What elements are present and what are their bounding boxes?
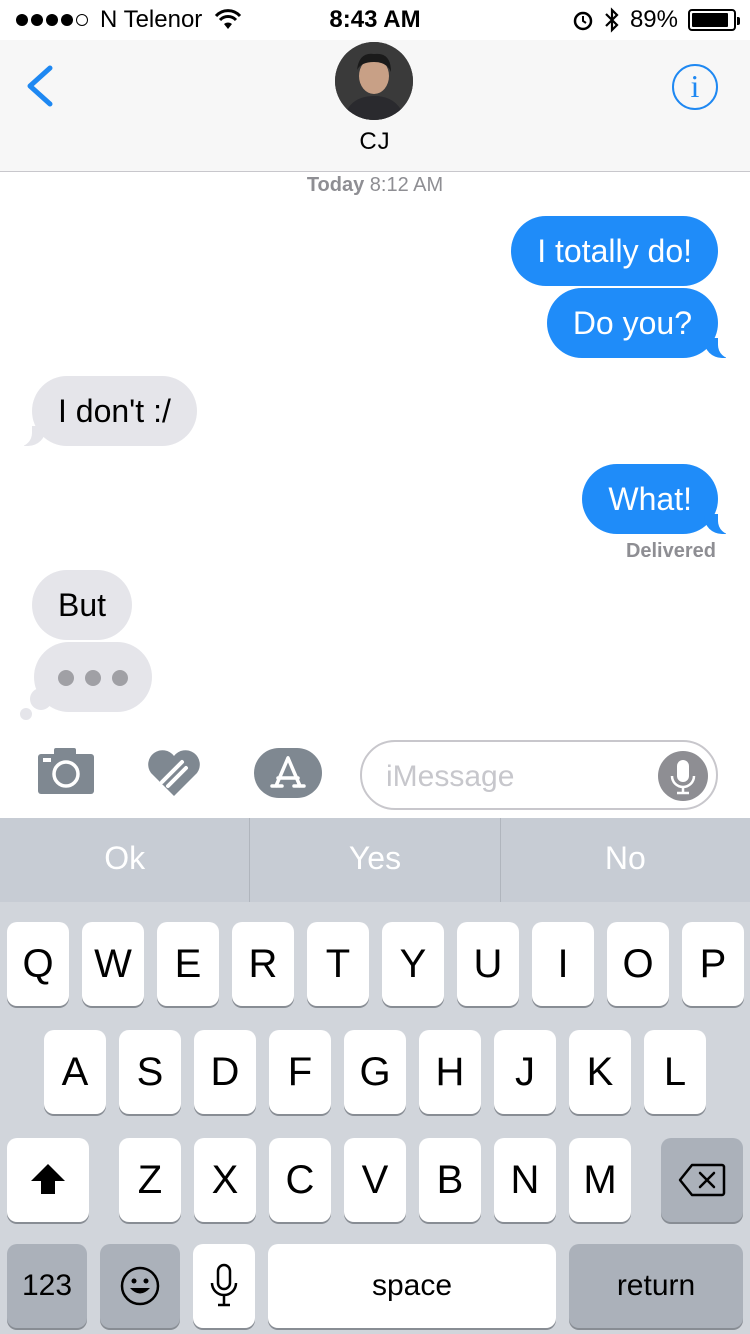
microphone-icon	[210, 1263, 238, 1307]
typing-dot	[58, 670, 74, 686]
key-j[interactable]: J	[494, 1030, 556, 1114]
key-u[interactable]: U	[457, 922, 519, 1006]
message-text: I totally do!	[537, 233, 692, 269]
emoji-key[interactable]	[100, 1244, 180, 1328]
key-a[interactable]: A	[44, 1030, 106, 1114]
space-key[interactable]: space	[268, 1244, 556, 1328]
status-bar: N Telenor 8:43 AM 89%	[0, 0, 750, 40]
message-bubble-outgoing[interactable]: What!	[582, 464, 740, 535]
camera-icon[interactable]	[38, 746, 94, 794]
key-t[interactable]: T	[307, 922, 369, 1006]
backspace-icon	[678, 1163, 726, 1197]
app-store-icon[interactable]	[254, 748, 322, 798]
key-m[interactable]: M	[569, 1138, 631, 1222]
message-timestamp: Today 8:12 AM	[0, 174, 750, 197]
message-text: But	[58, 587, 107, 623]
suggestion-item[interactable]: No	[501, 818, 750, 902]
timestamp-day: Today	[306, 174, 365, 196]
battery-fill	[692, 13, 728, 27]
key-d[interactable]: D	[194, 1030, 256, 1114]
alarm-icon	[573, 11, 593, 31]
conversation-header: CJ i	[0, 40, 750, 172]
timestamp-time: 8:12 AM	[369, 174, 444, 196]
bluetooth-icon	[605, 7, 619, 33]
key-s[interactable]: S	[119, 1030, 181, 1114]
message-input-placeholder: iMessage	[386, 760, 515, 793]
delivered-status: Delivered	[625, 540, 716, 562]
digital-touch-icon[interactable]	[146, 748, 202, 798]
key-y[interactable]: Y	[382, 922, 444, 1006]
suggestion-item[interactable]: Yes	[250, 818, 501, 902]
key-p[interactable]: P	[682, 922, 744, 1006]
suggestion-item[interactable]: Ok	[0, 818, 251, 902]
key-g[interactable]: G	[344, 1030, 406, 1114]
numbers-key[interactable]: 123	[7, 1244, 87, 1328]
dictation-key[interactable]	[193, 1244, 255, 1328]
emoji-icon	[120, 1266, 160, 1306]
typing-dot	[112, 670, 128, 686]
key-f[interactable]: F	[269, 1030, 331, 1114]
message-input-bar: iMessage	[0, 728, 750, 818]
key-k[interactable]: K	[569, 1030, 631, 1114]
key-o[interactable]: O	[607, 922, 669, 1006]
message-bubble-incoming[interactable]: But	[32, 570, 133, 640]
typing-indicator-tail	[20, 708, 32, 720]
shift-icon	[31, 1164, 65, 1194]
key-r[interactable]: R	[232, 922, 294, 1006]
avatar[interactable]	[335, 42, 413, 120]
message-input[interactable]: iMessage	[360, 740, 718, 810]
battery-percent: 89%	[629, 6, 678, 33]
message-text: What!	[608, 481, 692, 517]
key-l[interactable]: L	[644, 1030, 706, 1114]
key-h[interactable]: H	[419, 1030, 481, 1114]
keyboard: Q W E R T Y U I O P A S D F G H J K L Z …	[0, 902, 750, 1334]
typing-indicator	[34, 642, 152, 712]
predictive-text-bar: Ok Yes No	[0, 818, 750, 902]
microphone-icon	[670, 760, 696, 795]
key-b[interactable]: B	[419, 1138, 481, 1222]
key-c[interactable]: C	[269, 1138, 331, 1222]
key-e[interactable]: E	[157, 922, 219, 1006]
key-x[interactable]: X	[194, 1138, 256, 1222]
key-i[interactable]: I	[532, 922, 594, 1006]
key-z[interactable]: Z	[119, 1138, 181, 1222]
key-q[interactable]: Q	[7, 922, 69, 1006]
avatar-photo	[335, 42, 413, 120]
message-bubble-outgoing[interactable]: Do you?	[546, 288, 741, 359]
message-bubble-outgoing[interactable]: I totally do!	[511, 216, 718, 286]
delete-key[interactable]	[661, 1138, 743, 1222]
key-v[interactable]: V	[344, 1138, 406, 1222]
message-text: I don't :/	[58, 393, 171, 429]
chevron-left-icon[interactable]	[22, 64, 58, 108]
message-text: Do you?	[572, 305, 692, 341]
key-w[interactable]: W	[82, 922, 144, 1006]
shift-key[interactable]	[7, 1138, 89, 1222]
key-n[interactable]: N	[494, 1138, 556, 1222]
dictation-button[interactable]	[658, 751, 708, 801]
info-icon[interactable]: i	[672, 64, 718, 110]
contact-name[interactable]: CJ	[0, 128, 750, 156]
status-right-group: 89%	[572, 6, 740, 34]
typing-dot	[85, 670, 101, 686]
return-key[interactable]: return	[569, 1244, 743, 1328]
battery-icon	[688, 9, 740, 31]
message-bubble-incoming[interactable]: I don't :/	[10, 376, 197, 447]
